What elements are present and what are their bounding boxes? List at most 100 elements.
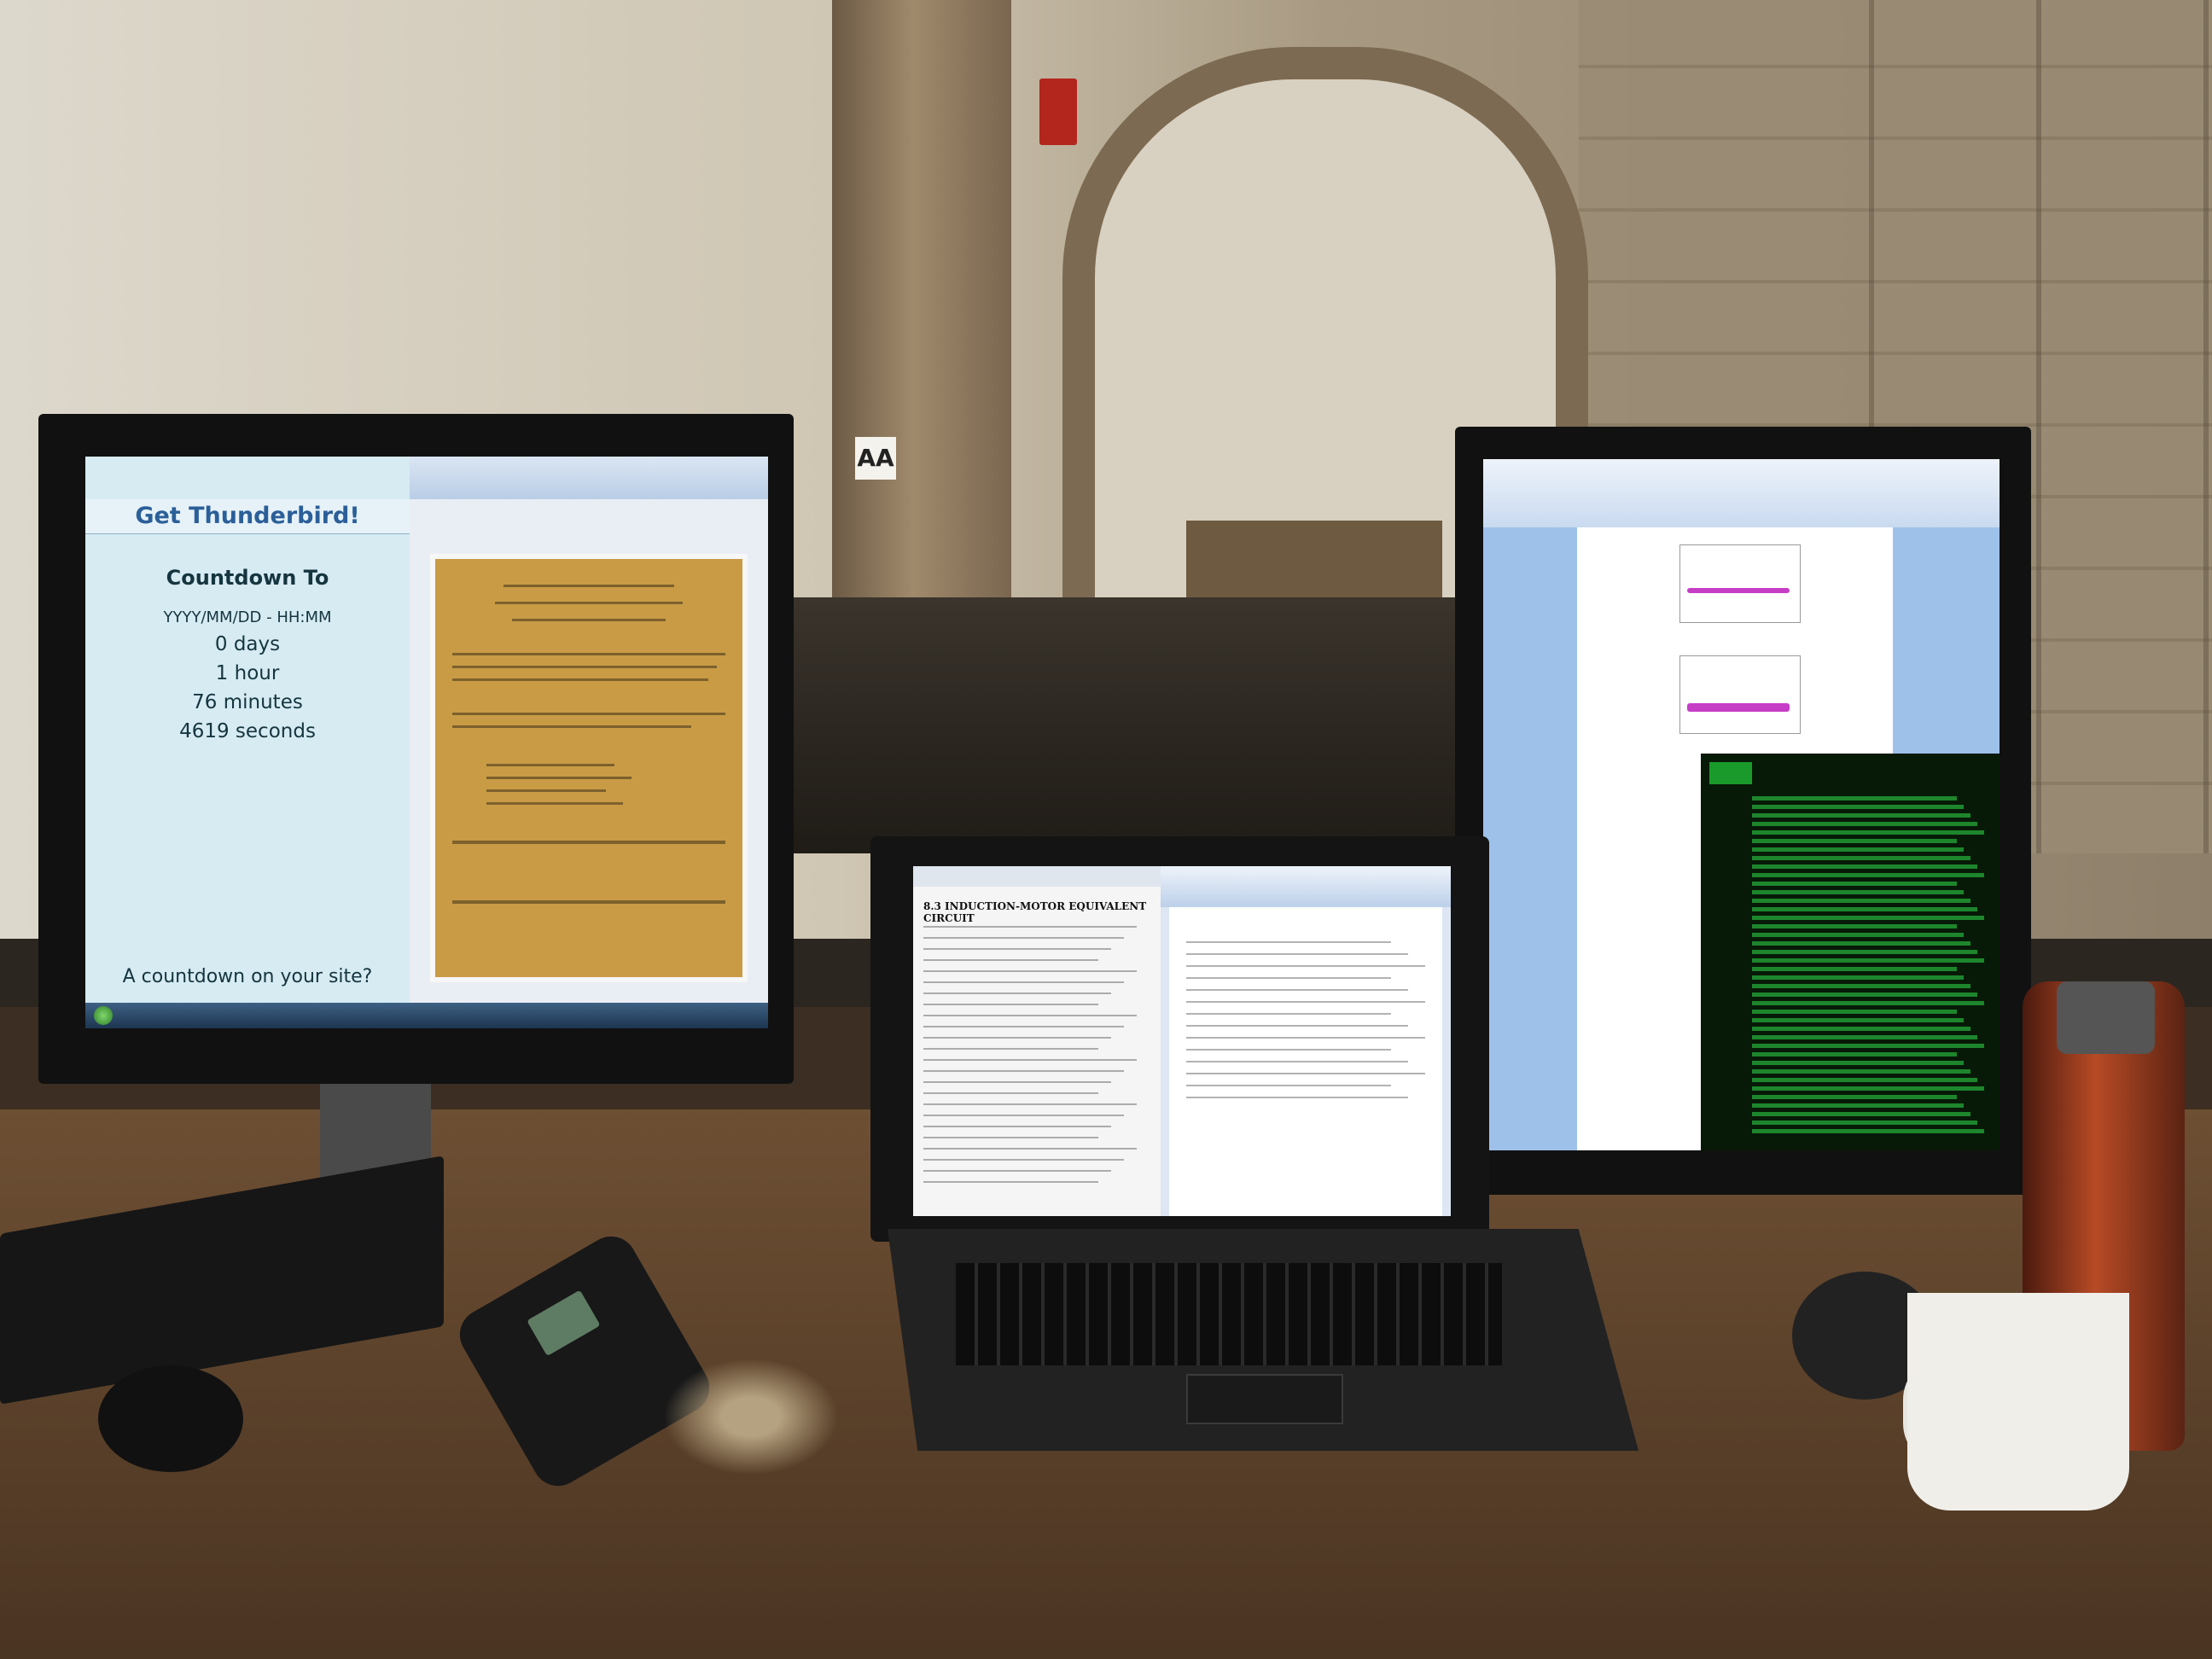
laptop-keyboard bbox=[956, 1263, 1502, 1365]
terminal-row bbox=[1752, 1112, 1970, 1116]
text-line bbox=[504, 585, 674, 587]
text-line bbox=[923, 981, 1124, 983]
terminal-row bbox=[1752, 907, 1977, 911]
terminal-row bbox=[1752, 899, 1970, 903]
phone-display bbox=[527, 1289, 601, 1357]
word-window bbox=[1161, 866, 1451, 1216]
terminal-row bbox=[1752, 1001, 1984, 1005]
text-line bbox=[1186, 1001, 1425, 1003]
countdown-hours: 1 hour bbox=[85, 662, 410, 684]
text-line bbox=[923, 1137, 1098, 1138]
terminal-row bbox=[1752, 1052, 1957, 1057]
text-line bbox=[923, 1126, 1111, 1127]
terminal-row bbox=[1752, 958, 1984, 963]
terminal-row bbox=[1752, 992, 1977, 997]
terminal-row bbox=[1752, 924, 1957, 928]
text-line bbox=[1186, 1061, 1408, 1062]
text-line bbox=[1186, 965, 1425, 967]
mouse bbox=[98, 1365, 243, 1472]
text-line bbox=[452, 666, 717, 668]
terminal-row bbox=[1752, 1078, 1977, 1082]
terminal-row bbox=[1752, 882, 1957, 886]
terminal-row bbox=[1752, 1018, 1964, 1022]
terminal-row bbox=[1752, 941, 1970, 946]
terminal-row bbox=[1752, 890, 1964, 894]
stone-pillar bbox=[832, 0, 1011, 666]
terminal-row bbox=[1752, 1027, 1970, 1031]
terminal-row bbox=[1752, 950, 1977, 954]
countdown-footer-link[interactable]: A countdown on your site? bbox=[85, 966, 410, 987]
text-line bbox=[1186, 1025, 1408, 1027]
text-line bbox=[923, 1081, 1111, 1083]
circuit-diagram-line bbox=[452, 841, 725, 844]
text-line bbox=[495, 602, 683, 604]
text-line bbox=[923, 1048, 1098, 1050]
terminal-row bbox=[1752, 933, 1964, 937]
hours-unit: hour bbox=[234, 662, 280, 684]
left-monitor-screen: Get Thunderbird! Countdown To YYYY/MM/DD… bbox=[85, 457, 768, 1028]
text-line bbox=[486, 777, 632, 779]
text-line bbox=[486, 789, 606, 792]
waveform-plot bbox=[1679, 655, 1801, 734]
laptop-touchpad bbox=[1186, 1374, 1343, 1424]
terminal-row bbox=[1752, 805, 1964, 809]
terminal-row bbox=[1752, 1095, 1957, 1099]
text-line bbox=[923, 1148, 1137, 1150]
text-line bbox=[923, 992, 1111, 994]
right-monitor-screen bbox=[1483, 459, 2000, 1150]
plot-trace bbox=[1687, 588, 1790, 593]
text-line bbox=[923, 1015, 1137, 1016]
text-line bbox=[1186, 941, 1391, 943]
text-line bbox=[1186, 953, 1408, 955]
thunderbird-header[interactable]: Get Thunderbird! bbox=[85, 499, 410, 534]
pdf-toolbar[interactable] bbox=[913, 866, 1161, 887]
terminal-row bbox=[1752, 1103, 1964, 1108]
text-line bbox=[1186, 989, 1408, 991]
countdown-days: 0 days bbox=[85, 633, 410, 655]
text-line bbox=[1186, 1013, 1391, 1015]
terminal-row bbox=[1752, 967, 1957, 971]
text-line bbox=[1186, 1085, 1391, 1086]
terminal-row bbox=[1752, 873, 1984, 877]
terminal-row bbox=[1752, 830, 1984, 835]
terminal-row bbox=[1752, 822, 1977, 826]
text-line bbox=[923, 1004, 1098, 1005]
scanned-lab-page bbox=[435, 559, 742, 977]
terminal-row bbox=[1752, 1061, 1964, 1065]
terminal-row bbox=[1752, 1121, 1977, 1125]
terminal-row bbox=[1752, 1010, 1957, 1014]
keys bbox=[649, 1348, 853, 1485]
countdown-seconds: 4619 seconds bbox=[85, 720, 410, 742]
aa-sign: AA bbox=[855, 437, 896, 480]
countdown-widget: Countdown To YYYY/MM/DD - HH:MM 0 days 1… bbox=[85, 533, 410, 1003]
countdown-title: Countdown To bbox=[166, 566, 329, 590]
hours-value: 1 bbox=[215, 662, 229, 684]
text-line bbox=[923, 1092, 1098, 1094]
circuit-diagram-line bbox=[452, 900, 725, 904]
waveform-plot bbox=[1679, 544, 1801, 623]
green-terminal-mail-client[interactable] bbox=[1701, 754, 2000, 1150]
laptop-screen: 8.3 INDUCTION-MOTOR EQUIVALENT CIRCUIT bbox=[913, 866, 1451, 1216]
text-line bbox=[923, 959, 1098, 961]
thunderbird-countdown-panel: Get Thunderbird! Countdown To YYYY/MM/DD… bbox=[85, 457, 410, 1003]
text-line bbox=[1186, 1097, 1408, 1098]
countdown-date-inputs[interactable] bbox=[85, 598, 410, 607]
text-line bbox=[452, 725, 691, 728]
terminal-row bbox=[1752, 856, 1970, 860]
word-ribbon[interactable] bbox=[1161, 866, 1451, 907]
start-button-icon[interactable] bbox=[94, 1006, 113, 1025]
seconds-unit: seconds bbox=[235, 720, 316, 742]
minutes-value: 76 bbox=[192, 691, 218, 713]
word-ribbon[interactable] bbox=[1483, 459, 2000, 527]
text-line bbox=[923, 1159, 1124, 1161]
pdf-viewer bbox=[410, 499, 768, 1003]
textbook-pdf[interactable]: 8.3 INDUCTION-MOTOR EQUIVALENT CIRCUIT bbox=[913, 866, 1161, 1216]
section-heading: 8.3 INDUCTION-MOTOR EQUIVALENT CIRCUIT bbox=[923, 900, 1147, 924]
days-unit: days bbox=[233, 633, 281, 655]
seconds-value: 4619 bbox=[179, 720, 230, 742]
windows-taskbar[interactable] bbox=[85, 1003, 768, 1028]
fire-alarm bbox=[1039, 79, 1077, 145]
word-document-page[interactable] bbox=[1169, 907, 1442, 1216]
terminal-row bbox=[1752, 1086, 1984, 1091]
thermos-cap bbox=[2057, 981, 2155, 1054]
